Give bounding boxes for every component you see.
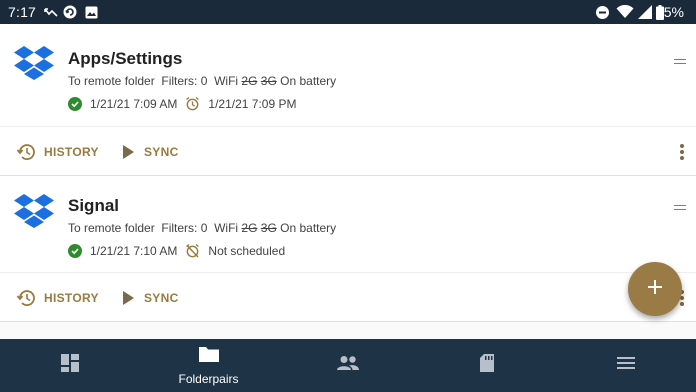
sync-direction: To remote folder [68,74,155,88]
history-label: HISTORY [44,291,99,305]
last-sync-time: 1/21/21 7:09 AM [90,96,178,111]
check-circle-icon [68,96,82,111]
check-circle-icon [68,243,82,258]
more-options-icon[interactable] [680,144,684,160]
sd-card-icon [479,353,495,378]
power-condition: On battery [280,74,337,88]
drag-handle-icon[interactable] [674,59,686,64]
wifi-condition: WiFi [214,74,239,88]
schedule-status: Not scheduled [208,243,286,258]
folder-icon [198,345,220,368]
power-condition: On battery [280,221,337,235]
nav-storage[interactable] [417,339,556,392]
sync-button[interactable]: SYNC [122,288,179,308]
wifi-icon [616,4,634,20]
missed-call-icon [44,4,58,20]
folderpair-card[interactable]: Apps/Settings To remote folder Filters: … [0,24,696,176]
filters-count: Filters: 0 [161,221,208,235]
sync-direction: To remote folder [68,221,155,235]
alarm-icon [185,96,200,111]
nav-folderpairs[interactable]: Folderpairs [139,339,278,392]
filters-count: Filters: 0 [161,74,208,88]
2g-condition: 2G [241,74,258,88]
sync-status-row: 1/21/21 7:10 AM Not scheduled [68,243,285,258]
3g-condition: 3G [260,221,277,235]
sync-button[interactable]: SYNC [122,142,179,162]
folderpair-info: To remote folder Filters: 0 WiFi 2G 3G O… [68,74,336,88]
dropbox-icon [14,46,54,80]
folderpair-title: Signal [68,196,120,215]
image-icon [85,4,98,20]
add-folderpair-button[interactable] [628,262,682,316]
nav-folderpairs-label: Folderpairs [178,372,239,386]
scheduled-time: 1/21/21 7:09 PM [208,96,297,111]
history-button[interactable]: HISTORY [16,142,99,162]
history-button[interactable]: HISTORY [16,288,99,308]
folderpair-info: To remote folder Filters: 0 WiFi 2G 3G O… [68,221,336,235]
battery-percent: 95% [655,4,684,20]
folderpair-title: Apps/Settings [68,49,183,68]
bottom-navigation: Folderpairs [0,339,696,392]
divider [0,126,696,127]
wifi-condition: WiFi [214,221,239,235]
last-sync-time: 1/21/21 7:10 AM [90,243,178,258]
nav-dashboard[interactable] [0,339,139,392]
sync-status-row: 1/21/21 7:09 AM 1/21/21 7:09 PM [68,96,296,111]
folderpair-card[interactable]: Signal To remote folder Filters: 0 WiFi … [0,176,696,322]
status-bar: 7:17 95% [0,0,696,24]
history-label: HISTORY [44,145,99,159]
sync-label: SYNC [144,291,179,305]
signal-icon [638,4,652,20]
3g-condition: 3G [260,74,277,88]
nav-accounts[interactable] [278,339,417,392]
nav-menu[interactable] [556,339,695,392]
divider [0,272,696,273]
do-not-disturb-icon [596,4,609,20]
menu-icon [616,356,635,375]
alarm-off-icon [185,243,200,258]
accounts-icon [336,355,360,376]
folderpair-list[interactable]: Apps/Settings To remote folder Filters: … [0,24,696,339]
dashboard-icon [60,353,80,378]
drag-handle-icon[interactable] [674,205,686,210]
status-time: 7:17 [8,4,37,20]
plus-icon [647,279,663,300]
dropbox-icon [14,194,54,228]
sync-label: SYNC [144,145,179,159]
sync-circle-icon [63,4,77,20]
2g-condition: 2G [241,221,258,235]
